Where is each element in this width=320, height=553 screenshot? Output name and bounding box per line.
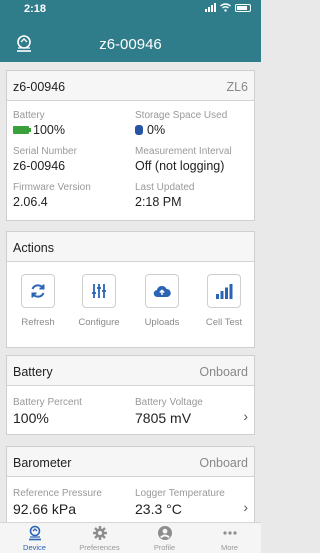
refresh-label: Refresh xyxy=(21,317,55,328)
reference-pressure-field: Reference Pressure 92.66 kPa xyxy=(13,488,102,517)
storage-value: 0% xyxy=(147,123,166,137)
battery-field: Battery 100% xyxy=(13,110,65,137)
battery-section-title: Battery xyxy=(13,365,53,379)
cell-test-action[interactable]: Cell Test xyxy=(196,274,252,328)
updated-value: 2:18 PM xyxy=(135,195,182,209)
storage-label: Storage Space Used xyxy=(135,110,228,121)
user-icon xyxy=(157,526,172,540)
tab-more[interactable]: More xyxy=(197,525,262,552)
cell-signal-icon xyxy=(205,3,216,12)
sliders-icon xyxy=(92,284,106,298)
barometer-section-title: Barometer xyxy=(13,456,72,470)
tab-device-label: Device xyxy=(23,543,46,552)
reference-pressure-label: Reference Pressure xyxy=(13,488,102,499)
updated-field: Last Updated 2:18 PM xyxy=(135,182,195,209)
interval-label: Measurement Interval xyxy=(135,146,232,157)
device-model: ZL6 xyxy=(226,80,248,94)
wifi-icon xyxy=(220,3,231,12)
tab-profile[interactable]: Profile xyxy=(132,525,197,552)
page-title: z6-00946 xyxy=(99,36,162,53)
more-dots-icon xyxy=(222,531,237,535)
firmware-value: 2.06.4 xyxy=(13,195,48,209)
logger-temperature-value: 23.3 °C xyxy=(135,501,182,517)
updated-label: Last Updated xyxy=(135,182,195,193)
firmware-field: Firmware Version 2.06.4 xyxy=(13,182,91,209)
battery-card-header: Battery Onboard xyxy=(7,356,254,386)
status-time: 2:18 xyxy=(24,3,47,15)
serial-field: Serial Number z6-00946 xyxy=(13,146,77,173)
battery-percent-label: Battery Percent xyxy=(13,397,82,408)
battery-full-icon xyxy=(13,126,31,134)
tab-device[interactable]: Device xyxy=(2,525,67,552)
firmware-label: Firmware Version xyxy=(13,182,91,193)
cloud-upload-icon xyxy=(153,285,171,298)
logger-temperature-label: Logger Temperature xyxy=(135,488,225,499)
refresh-button[interactable] xyxy=(21,274,55,308)
chevron-right-icon[interactable]: › xyxy=(243,408,248,424)
battery-value: 100% xyxy=(33,123,65,137)
tab-preferences-label: Preferences xyxy=(79,543,120,552)
uploads-button[interactable] xyxy=(145,274,179,308)
signal-bars-icon xyxy=(216,284,233,299)
device-icon xyxy=(28,525,41,541)
serial-value: z6-00946 xyxy=(13,159,66,173)
logger-temperature-field: Logger Temperature 23.3 °C xyxy=(135,488,225,517)
battery-label: Battery xyxy=(13,110,45,121)
uploads-label: Uploads xyxy=(144,317,180,328)
storage-field: Storage Space Used 0% xyxy=(135,110,227,137)
status-bar: 2:18 xyxy=(0,0,261,18)
uploads-action[interactable]: Uploads xyxy=(134,274,190,328)
device-name: z6-00946 xyxy=(13,80,66,94)
battery-percent-value: 100% xyxy=(13,410,49,426)
cell-test-label: Cell Test xyxy=(205,317,243,328)
tab-preferences[interactable]: Preferences xyxy=(67,525,132,552)
cell-test-button[interactable] xyxy=(207,274,241,308)
barometer-section-source: Onboard xyxy=(199,456,248,470)
battery-voltage-field: Battery Voltage 7805 mV xyxy=(135,397,203,426)
device-info-card: z6-00946 ZL6 Battery 100% Storage Space … xyxy=(6,70,255,221)
barometer-card-header: Barometer Onboard xyxy=(7,447,254,477)
battery-sensor-card[interactable]: Battery Onboard Battery Percent 100% Bat… xyxy=(6,355,255,435)
interval-field: Measurement Interval Off (not logging) xyxy=(135,146,232,173)
refresh-icon xyxy=(31,284,45,298)
app-header: 2:18 z6-00946 xyxy=(0,0,261,62)
chevron-right-icon[interactable]: › xyxy=(243,499,248,515)
serial-label: Serial Number xyxy=(13,146,77,157)
storage-icon xyxy=(135,125,143,135)
tab-profile-label: Profile xyxy=(153,543,176,552)
interval-value: Off (not logging) xyxy=(135,159,225,173)
status-icons xyxy=(205,3,251,12)
tab-more-label: More xyxy=(220,543,239,552)
gear-icon xyxy=(92,526,107,540)
configure-label: Configure xyxy=(78,317,120,328)
reference-pressure-value: 92.66 kPa xyxy=(13,501,77,517)
actions-card: Actions Refresh Configure Uploads Cell T… xyxy=(6,231,255,348)
status-battery-icon xyxy=(235,3,251,12)
configure-action[interactable]: Configure xyxy=(71,274,127,328)
barometer-sensor-card[interactable]: Barometer Onboard Reference Pressure 92.… xyxy=(6,446,255,526)
bottom-tab-bar: Device Preferences Profile More xyxy=(0,522,261,553)
refresh-action[interactable]: Refresh xyxy=(10,274,66,328)
battery-voltage-value: 7805 mV xyxy=(135,410,192,426)
battery-section-source: Onboard xyxy=(199,365,248,379)
battery-percent-field: Battery Percent 100% xyxy=(13,397,82,426)
actions-header: Actions xyxy=(7,232,254,262)
actions-title: Actions xyxy=(13,241,54,255)
battery-voltage-label: Battery Voltage xyxy=(135,397,203,408)
configure-button[interactable] xyxy=(82,274,116,308)
device-card-header: z6-00946 ZL6 xyxy=(7,71,254,101)
